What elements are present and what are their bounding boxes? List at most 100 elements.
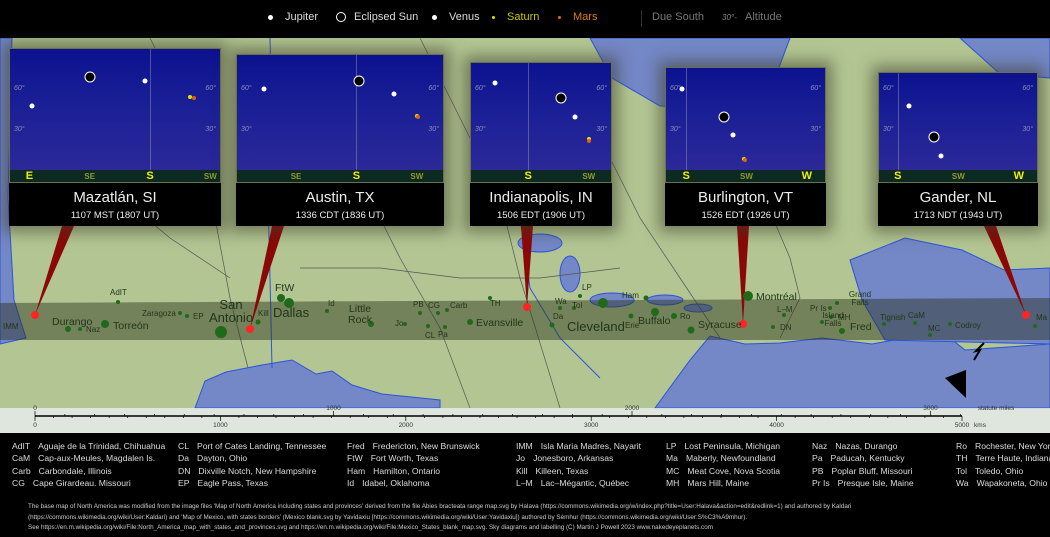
abbreviation-meaning: Rochester, New York — [975, 441, 1050, 451]
altitude-tick-label: 30° — [205, 125, 216, 133]
city-label: L–M — [777, 305, 793, 314]
location-label: Indianapolis, IN 1506 EDT (1906 UT) — [470, 183, 612, 226]
city-label: Cleveland — [567, 319, 625, 334]
abbreviation-code: MC — [666, 465, 680, 476]
sun-marker — [84, 71, 96, 82]
city-dot — [835, 301, 839, 305]
venus-marker — [572, 114, 578, 120]
city-dot — [928, 333, 932, 337]
city-label: Ro — [680, 312, 691, 321]
abbreviation-entry: Pa Paducah, Kentucky — [812, 453, 905, 463]
abbreviation-meaning: Idabel, Oklahoma — [362, 477, 430, 488]
compass-direction: E — [25, 170, 34, 182]
abbreviation-entry: IMM Isla Maria Madres, Nayarit — [516, 441, 641, 451]
city-label: Buffalo — [638, 315, 671, 327]
horizon-strip: E SE S SW — [9, 170, 221, 183]
city-dot — [1033, 324, 1037, 328]
city-label: CL — [425, 331, 436, 340]
sun-marker — [555, 92, 566, 104]
altitude-tick-label: 30° — [241, 125, 252, 133]
abbreviation-code: TH — [956, 453, 968, 464]
city-dot — [277, 294, 285, 302]
abbreviation-code: DN — [178, 465, 191, 476]
mile-tick-label: 0 — [33, 405, 37, 412]
city-label: Da — [553, 312, 564, 321]
due-south-line — [528, 63, 530, 170]
compass-direction: S — [146, 170, 154, 182]
city-dot — [598, 298, 608, 308]
city-dot — [215, 326, 227, 338]
abbreviation-meaning: Hamilton, Ontario — [373, 465, 441, 476]
abbreviation-code: Ham — [347, 465, 366, 476]
compass-direction: W — [801, 170, 813, 182]
sky-panel: 60° 60° 30° 30° S SW Indianapolis, IN 1506 EDT … — [470, 62, 612, 226]
city-label: CG — [428, 301, 440, 310]
location-point — [246, 325, 254, 333]
city-label: LP — [582, 283, 592, 292]
abbreviation-meaning: Paducah, Kentucky — [830, 453, 905, 464]
city-dot — [643, 295, 649, 301]
abbreviation-entry: DN Dixville Notch, New Hampshire — [178, 466, 316, 476]
city-label: Codroy — [955, 321, 981, 330]
abbreviation-meaning: Meat Cove, Nova Scotia — [687, 465, 781, 476]
km-tick-label: 1000 — [213, 422, 228, 429]
abbreviation-entry: EP Eagle Pass, Texas — [178, 478, 268, 488]
altitude-tick-label: 60° — [14, 85, 25, 92]
mile-tick-label: 2000 — [625, 405, 640, 412]
legend-altitude-sample: 30°- — [722, 13, 737, 22]
city-label: AdIT — [110, 288, 127, 297]
city-label: CaM — [908, 311, 925, 320]
abbreviation-entry: LP Lost Peninsula, Michigan — [666, 441, 780, 451]
abbreviation-entry: PB Poplar Bluff, Missouri — [812, 466, 913, 476]
abbreviation-code: Carb — [12, 465, 31, 476]
venus-marker — [730, 132, 736, 138]
city-dot — [578, 294, 582, 298]
abbreviation-entry: CaM Cap-aux-Meules, Magdalen Is. — [12, 453, 155, 463]
city-dot — [771, 325, 775, 329]
mars-dot-icon — [558, 15, 561, 19]
abbreviation-meaning: Poplar Bluff, Missouri — [831, 465, 913, 476]
abbreviation-code: CaM — [12, 453, 31, 464]
abbreviation-entry: Pr Is Presque Isle, Maine — [812, 478, 914, 488]
saturn-dot-icon — [492, 15, 495, 19]
abbreviation-code: IMM — [516, 441, 533, 451]
abbreviation-meaning: Lac–Mégantic, Québec — [540, 477, 630, 488]
abbreviation-code: Da — [178, 453, 189, 464]
abbreviation-entry: L–M Lac–Mégantic, Québec — [516, 478, 629, 488]
city-dot — [325, 309, 329, 313]
city-dot — [116, 300, 120, 304]
due-south-line — [356, 55, 358, 170]
due-south-line — [150, 49, 152, 170]
city-label: San Antonio — [208, 297, 254, 325]
abbreviation-meaning: Nazas, Durango — [835, 441, 898, 451]
credit-line: (https://commons.wikimedia.org/wiki/User… — [28, 513, 748, 521]
mile-tick-label: 3000 — [923, 405, 938, 412]
abbreviation-entry: Carb Carbondale, Illinois — [12, 466, 112, 476]
city-label: Little Rock — [348, 303, 372, 326]
abbreviation-code: L–M — [516, 477, 533, 488]
abbreviation-meaning: Port of Cates Landing, Tennessee — [197, 441, 327, 451]
horizon-strip: S SW W — [665, 170, 826, 183]
altitude-tick-label: 60° — [428, 85, 439, 92]
abbreviation-code: Tol — [956, 465, 967, 476]
sky-panel: 60° 60° 30° 30° SE S SW Austin, TX 1336 CDT (183… — [236, 54, 444, 226]
city-dot — [913, 321, 917, 325]
compass-direction: S — [352, 170, 361, 182]
horizon-strip: S SW — [470, 170, 612, 183]
abbreviation-code: PB — [812, 465, 824, 476]
abbreviation-meaning: Toledo, Ohio — [975, 465, 1024, 476]
abbreviation-entry: MC Meat Cove, Nova Scotia — [666, 466, 780, 476]
abbreviation-entry: AdIT Aguaje de la Trinidad, Chihuahua — [12, 441, 165, 451]
abbreviation-code: Id — [347, 477, 355, 488]
city-label: Wa — [555, 297, 567, 306]
city-dot — [445, 308, 449, 312]
city-label: Grand Falls — [848, 290, 872, 307]
compass-direction: SW — [740, 172, 753, 181]
abbreviation-entry: CL Port of Cates Landing, Tennessee — [178, 441, 326, 451]
city-label: PB — [413, 300, 424, 309]
city-dot — [418, 311, 422, 315]
altitude-tick-label: 30° — [1022, 125, 1033, 133]
venus-marker — [938, 153, 944, 159]
abbreviation-entry: Ro Rochester, New York — [956, 441, 1050, 451]
legend-bar: Jupiter Eclipsed Sun Venus Saturn Mars D… — [0, 0, 1050, 38]
